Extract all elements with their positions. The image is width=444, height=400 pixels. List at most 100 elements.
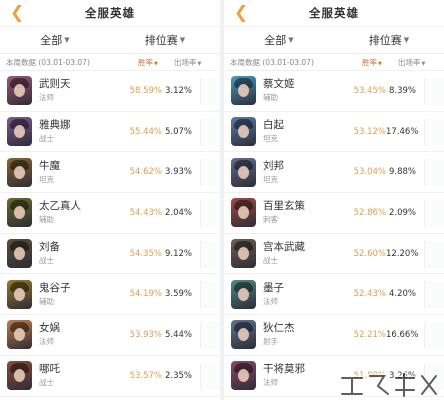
row-edge <box>200 281 220 309</box>
period-label: 本周数据 (03.01-03.07) <box>6 57 90 67</box>
page-title: 全服英雄 <box>309 6 359 20</box>
page-title: 全服英雄 <box>85 6 135 20</box>
hero-avatar <box>7 198 32 228</box>
pick-rate: 8.39% <box>388 85 416 96</box>
win-rate: 54.19% <box>129 289 162 300</box>
hero-row[interactable]: 狄仁杰射手 52.21% 16.66% <box>224 315 444 356</box>
hero-avatar <box>231 198 256 228</box>
hero-meta: 墨子 法师 <box>263 282 343 307</box>
hero-meta: 雅典娜 战士 <box>39 119 119 144</box>
row-edge <box>200 322 220 350</box>
row-edge <box>424 78 444 105</box>
row-edge <box>424 362 444 390</box>
hero-role: 辅助 <box>263 93 278 103</box>
hero-avatar <box>7 117 32 147</box>
win-rate: 53.57% <box>129 370 162 381</box>
hero-row[interactable]: 牛魔 坦克 54.62% 3.93% <box>0 152 220 194</box>
row-edge <box>200 159 220 187</box>
row-edge <box>200 200 220 228</box>
stats-subheader: 本周数据 (03.01-03.07) 胜率▼ 出场率▼ <box>0 54 220 71</box>
caret-down-icon: ▼ <box>421 60 426 67</box>
pick-rate: 3.26% <box>388 370 416 381</box>
win-rate: 52.21% <box>353 329 386 340</box>
sort-winrate[interactable]: 胜率▼ <box>362 57 398 68</box>
hero-avatar <box>231 157 256 187</box>
win-rate: 58.59% <box>129 85 162 96</box>
stats-subheader: 本周数据 (03.01-03.07) 胜率▼ 出场率▼ <box>224 54 444 71</box>
hero-meta: 狄仁杰 射手 <box>263 322 343 347</box>
pick-rate: 16.66% <box>386 329 419 340</box>
pick-rate: 4.20% <box>388 289 416 300</box>
win-rate: 52.43% <box>353 289 386 300</box>
win-rate: 53.04% <box>353 167 386 178</box>
hero-name: 百里玄策 <box>263 200 305 213</box>
hero-row[interactable]: 白起 坦克 53.12% 17.46% <box>224 112 444 153</box>
hero-row[interactable]: 刘备 战士 54.35% 9.12% <box>0 234 220 275</box>
filter-mode-label: 排位赛 <box>144 34 178 47</box>
win-rate: 51.88% <box>353 370 386 381</box>
sort-pickrate[interactable]: 出场率▼ <box>174 57 220 68</box>
pick-rate: 9.12% <box>164 248 192 259</box>
hero-avatar <box>231 320 256 350</box>
hero-row[interactable]: 武则天 法师 58.59% 3.12% <box>0 71 220 112</box>
hero-row[interactable]: 百里玄策 刺客 52.86% 2.09% <box>224 193 444 234</box>
filter-all[interactable]: 全部 ▼ <box>0 27 110 53</box>
hero-row[interactable]: 女娲 法师 53.93% 5.44% <box>0 315 220 356</box>
hero-role: 坦克 <box>263 174 278 184</box>
back-icon[interactable]: ❮ <box>234 5 250 22</box>
pick-rate: 5.44% <box>164 329 192 340</box>
hero-name: 狄仁杰 <box>263 322 295 335</box>
hero-row[interactable]: 鬼谷子 辅助 54.19% 3.59% <box>0 274 220 316</box>
hero-meta: 刘邦 坦克 <box>263 160 343 185</box>
hero-meta: 宫本武藏 战士 <box>263 241 343 266</box>
filter-all-label: 全部 <box>40 34 63 47</box>
filter-all[interactable]: 全部 ▼ <box>224 27 334 53</box>
sort-pickrate[interactable]: 出场率▼ <box>398 57 444 68</box>
hero-list: 蔡文姬 辅助 53.45% 8.39% 白起 坦克 53.12% 17.46% 刘邦 坦克 53.0… <box>224 71 444 397</box>
filter-mode[interactable]: 排位赛 ▼ <box>110 27 220 53</box>
hero-row[interactable]: 干将莫邪 法师 51.88% 3.26% <box>224 356 444 397</box>
pick-rate: 3.12% <box>164 85 192 96</box>
hero-row[interactable]: 刘邦 坦克 53.04% 9.88% <box>224 152 444 194</box>
hero-row[interactable]: 雅典娜 战士 55.44% 5.07% <box>0 112 220 153</box>
caret-down-icon: ▼ <box>179 36 186 44</box>
hero-role: 坦克 <box>39 174 54 184</box>
hero-name: 牛魔 <box>39 159 60 172</box>
hero-meta: 刘备 战士 <box>39 241 119 266</box>
win-rate: 55.44% <box>129 126 162 137</box>
left-hero-panel: ❮ 全服英雄 全部 ▼ 排位赛 ▼ 本周数据 (03.01-03.07) 胜率▼… <box>0 0 220 400</box>
hero-row[interactable]: 太乙真人 辅助 54.43% 2.04% <box>0 193 220 234</box>
hero-row[interactable]: 墨子 法师 52.43% 4.20% <box>224 274 444 316</box>
hero-meta: 牛魔 坦克 <box>39 160 119 185</box>
caret-down-icon: ▼ <box>403 36 410 44</box>
pick-rate: 3.59% <box>164 289 192 300</box>
caret-down-icon: ▼ <box>288 36 294 44</box>
hero-name: 哪吒 <box>39 363 60 376</box>
hero-avatar <box>7 157 32 187</box>
hero-name: 墨子 <box>263 281 284 294</box>
pick-rate: 17.46% <box>386 126 419 137</box>
hero-row[interactable]: 宫本武藏 战士 52.60% 12.20% <box>224 234 444 275</box>
hero-row[interactable]: 蔡文姬 辅助 53.45% 8.39% <box>224 71 444 112</box>
hero-meta: 干将莫邪 法师 <box>263 363 343 388</box>
hero-role: 法师 <box>39 337 54 347</box>
hero-row[interactable]: 哪吒 战士 53.57% 2.35% <box>0 356 220 397</box>
filter-mode[interactable]: 排位赛 ▼ <box>334 27 444 53</box>
top-bar: ❮ 全服英雄 <box>224 0 444 26</box>
hero-avatar <box>7 239 32 269</box>
pick-rate: 3.93% <box>164 167 192 178</box>
sort-winrate[interactable]: 胜率▼ <box>138 57 174 68</box>
top-bar: ❮ 全服英雄 <box>0 0 220 26</box>
win-rate: 53.45% <box>353 85 386 96</box>
hero-meta: 白起 坦克 <box>263 119 343 144</box>
hero-meta: 蔡文姬 辅助 <box>263 78 343 103</box>
row-edge <box>200 362 220 390</box>
back-icon[interactable]: ❮ <box>10 5 26 22</box>
hero-avatar <box>7 279 32 309</box>
hero-name: 雅典娜 <box>39 119 71 132</box>
hero-name: 女娲 <box>39 322 60 335</box>
hero-role: 战士 <box>39 378 54 388</box>
hero-avatar <box>231 239 256 269</box>
period-label: 本周数据 (03.01-03.07) <box>230 57 314 67</box>
hero-role: 射手 <box>263 337 278 347</box>
